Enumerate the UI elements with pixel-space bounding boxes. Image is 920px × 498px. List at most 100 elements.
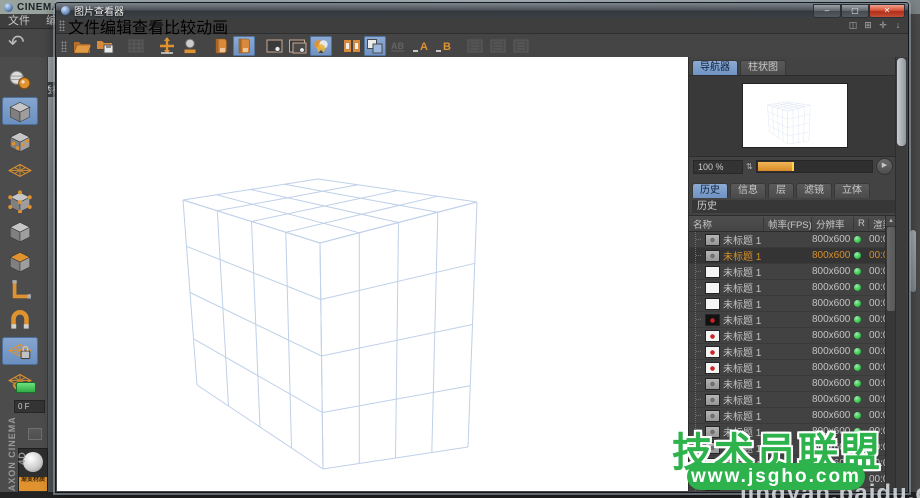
history-row[interactable]: 未标题 1 *800x60000:00:1 xyxy=(689,248,907,264)
ab-overlay-button[interactable] xyxy=(364,36,386,56)
history-row[interactable]: 未标题 1 *800x60000:00:1 xyxy=(689,344,907,360)
history-tab-0[interactable]: 历史 xyxy=(692,183,728,198)
history-section-title: 历史 xyxy=(692,200,904,213)
col-name[interactable]: 名称 xyxy=(689,217,764,231)
set-b-button[interactable]: B xyxy=(433,36,455,56)
ab-compare-button[interactable] xyxy=(341,36,363,56)
status-dot-icon xyxy=(854,284,861,291)
history-row[interactable]: 未标题 1 *800x60000:00:1 xyxy=(689,232,907,248)
viewer-menu-1[interactable]: 编辑 xyxy=(100,20,132,37)
move-panel-icon[interactable]: ✛ xyxy=(877,20,889,31)
mini-grid-icon[interactable] xyxy=(28,428,42,440)
save-as-button[interactable] xyxy=(94,36,116,56)
toolbar-separator xyxy=(117,36,124,56)
multichannel-button[interactable] xyxy=(310,36,332,56)
drag-handle[interactable] xyxy=(61,41,67,52)
row-name: 未标题 1 * xyxy=(719,232,764,247)
navigator-tab-1[interactable]: 柱状图 xyxy=(740,60,786,75)
close-button[interactable]: ✕ xyxy=(869,4,905,18)
magnet-icon[interactable] xyxy=(2,307,38,335)
row-resolution: 800x600 xyxy=(812,314,854,325)
navigator-thumbnail[interactable] xyxy=(743,84,847,147)
history-tabs: 历史信息层滤镜立体 xyxy=(689,180,907,198)
zoom-slider[interactable] xyxy=(756,160,873,173)
plane-grid-icon[interactable] xyxy=(2,157,38,185)
navigator-tab-0[interactable]: 导航器 xyxy=(692,60,738,75)
status-dot-icon xyxy=(854,316,861,323)
single-view-button[interactable] xyxy=(264,36,286,56)
thumbnail-icon xyxy=(706,411,719,421)
undo-icon[interactable]: ↶ xyxy=(8,30,25,55)
history-tab-2[interactable]: 层 xyxy=(768,183,794,198)
dual-view-button[interactable] xyxy=(287,36,309,56)
cube-checker-icon[interactable] xyxy=(2,127,38,155)
tree-line xyxy=(695,376,706,391)
drag-handle[interactable] xyxy=(59,20,65,31)
zoom-stepper-icon[interactable]: ⇅ xyxy=(746,162,753,171)
cube-gray-icon[interactable] xyxy=(2,217,38,245)
layout-icon[interactable]: ⊞ xyxy=(862,20,874,31)
history-row[interactable]: 未标题 1 *800x60000:00:1 xyxy=(689,264,907,280)
cube-orange-top-icon[interactable] xyxy=(2,247,38,275)
history-book-button[interactable] xyxy=(210,36,232,56)
col-fps[interactable]: 帧率(FPS) xyxy=(764,217,812,231)
thumbnail-icon xyxy=(706,299,719,309)
dock-icon[interactable]: ↓ xyxy=(892,20,904,31)
ram-player-button[interactable] xyxy=(179,36,201,56)
panel-scrollbar[interactable] xyxy=(895,57,907,491)
row-status xyxy=(854,396,869,403)
col-r[interactable]: R xyxy=(854,218,869,229)
history-row[interactable]: 未标题 1 *800x60000:00:1 xyxy=(689,360,907,376)
right-scroll-handle[interactable] xyxy=(910,230,916,292)
row-resolution: 800x600 xyxy=(812,346,854,357)
viewer-menu-2[interactable]: 查看 xyxy=(132,20,164,37)
row-resolution: 800x600 xyxy=(812,378,854,389)
cube-primitive-icon[interactable] xyxy=(2,97,38,125)
axis-icon[interactable] xyxy=(2,277,38,305)
maxon-brand-vertical: MAXON CINEMA 4D xyxy=(7,413,27,498)
main-menu-0[interactable]: 文件 xyxy=(0,14,38,29)
svg-text:A: A xyxy=(420,41,428,53)
col-resolution[interactable]: 分辨率 xyxy=(812,217,854,231)
history-row[interactable]: 未标题 1 *800x60000:00:1 xyxy=(689,376,907,392)
tree-line xyxy=(695,296,706,311)
thumbnail-icon xyxy=(706,283,719,293)
status-dot-icon xyxy=(854,364,861,371)
zoom-value-field[interactable]: 100 % xyxy=(693,160,743,174)
cube-points-icon[interactable] xyxy=(2,187,38,215)
open-file-button[interactable] xyxy=(71,36,93,56)
tree-line xyxy=(695,232,706,247)
minimize-button[interactable]: – xyxy=(813,4,841,18)
history-tab-1[interactable]: 信息 xyxy=(730,183,766,198)
panel-menu-button[interactable]: ▶ xyxy=(876,158,893,175)
history-row[interactable]: 未标题 1 *800x60000:00:1 xyxy=(689,328,907,344)
image-canvas[interactable] xyxy=(57,57,688,491)
history-row[interactable]: 未标题 1 *800x60000:00:1 xyxy=(689,392,907,408)
history-row[interactable]: 未标题 1 *800x60000:00:1 xyxy=(689,312,907,328)
tree-line xyxy=(695,264,706,279)
undock-icon[interactable]: ◫ xyxy=(847,20,859,31)
history-scroll-handle[interactable] xyxy=(887,227,895,311)
history-tab-3[interactable]: 滤镜 xyxy=(796,183,832,198)
history-tab-4[interactable]: 立体 xyxy=(834,183,870,198)
history-row[interactable]: 未标题 1 *800x60000:00:1 xyxy=(689,280,907,296)
grid-lock-icon[interactable] xyxy=(2,337,38,365)
thumbnail-icon xyxy=(706,347,719,357)
panel-scroll-handle[interactable] xyxy=(897,58,906,146)
zoom-slider-fill xyxy=(758,162,795,171)
compare-book-button[interactable] xyxy=(233,36,255,56)
viewer-menu-3[interactable]: 比较 xyxy=(164,20,196,37)
viewer-menu-4[interactable]: 动画 xyxy=(196,20,228,37)
timeline-toggle[interactable] xyxy=(16,382,36,393)
fit-position-button[interactable] xyxy=(156,36,178,56)
maximize-button[interactable]: ▢ xyxy=(841,4,869,18)
row-name: 未标题 1 * xyxy=(719,392,764,407)
row-status xyxy=(854,284,869,291)
set-a-button[interactable]: A xyxy=(410,36,432,56)
globe-material-icon[interactable] xyxy=(2,67,38,95)
frame-field[interactable]: 0 F xyxy=(14,400,45,413)
history-row[interactable]: 未标题 1 *800x60000:00:1 xyxy=(689,296,907,312)
row-resolution: 800x600 xyxy=(812,362,854,373)
row-resolution: 800x600 xyxy=(812,250,854,261)
viewer-menu-0[interactable]: 文件 xyxy=(68,20,100,37)
